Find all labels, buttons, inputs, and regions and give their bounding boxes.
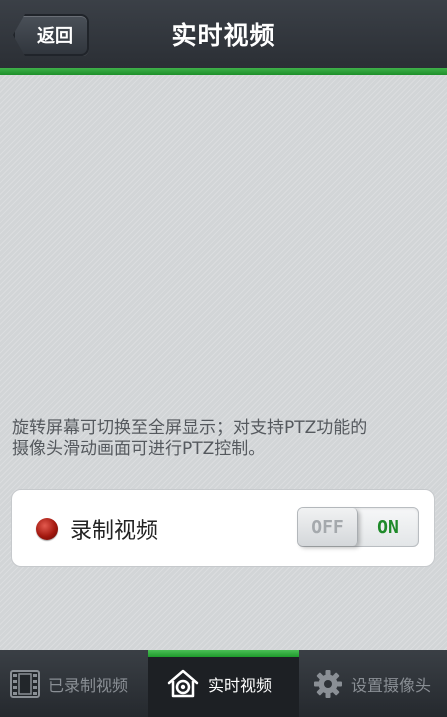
film-icon	[10, 669, 40, 698]
hint-text: 旋转屏幕可切换至全屏显示；对支持PTZ功能的 摄像头滑动画面可进行PTZ控制。	[12, 418, 437, 460]
tab-camera-settings[interactable]: 设置摄像头	[299, 650, 447, 717]
tab-recorded-label: 已录制视频	[48, 675, 129, 695]
gear-icon	[313, 669, 343, 699]
active-tab-indicator	[148, 650, 299, 657]
header-accent-line	[0, 68, 447, 75]
record-video-card: 录制视频 ON OFF	[11, 489, 435, 567]
record-toggle[interactable]: ON OFF	[297, 507, 419, 547]
video-area[interactable]: 旋转屏幕可切换至全屏显示；对支持PTZ功能的 摄像头滑动画面可进行PTZ控制。 …	[0, 75, 447, 650]
hint-line-1: 旋转屏幕可切换至全屏显示；对支持PTZ功能的	[12, 418, 368, 438]
home-camera-icon	[166, 669, 200, 699]
tab-settings-label: 设置摄像头	[351, 675, 432, 695]
toggle-off-label: OFF	[298, 508, 358, 546]
tab-live-video[interactable]: 实时视频	[148, 650, 299, 717]
page-title: 实时视频	[171, 21, 276, 50]
bottom-tab-bar: 已录制视频 实时视频 设置摄像头	[0, 650, 447, 717]
record-video-label: 录制视频	[70, 519, 159, 544]
record-indicator-icon	[36, 518, 58, 540]
tab-recorded-videos[interactable]: 已录制视频	[0, 650, 148, 717]
tab-live-label: 实时视频	[208, 675, 273, 695]
hint-line-2: 摄像头滑动画面可进行PTZ控制。	[12, 439, 266, 459]
toggle-on-label: ON	[377, 516, 399, 538]
